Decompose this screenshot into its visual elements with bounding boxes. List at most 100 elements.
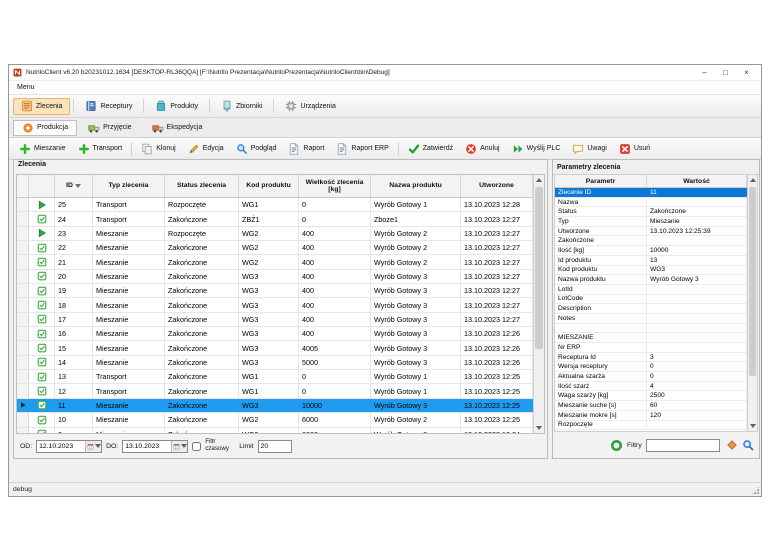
order-row[interactable]: 19MieszanieZakończoneWG3400Wyrób Gotowy …: [17, 284, 533, 298]
search-icon[interactable]: [742, 439, 754, 451]
order-row[interactable]: 10MieszanieZakończoneWG26000Wyrób Gotowy…: [17, 413, 533, 427]
column-header-id[interactable]: ID: [55, 175, 93, 197]
transport-button[interactable]: Transport: [72, 138, 129, 159]
order-row[interactable]: 17MieszanieZakończoneWG3400Wyrób Gotowy …: [17, 313, 533, 327]
nav-tab-urzadzenia[interactable]: Urządzenia: [277, 98, 343, 115]
maximize-button[interactable]: □: [715, 65, 736, 80]
sub-tab-przyjecie[interactable]: Przyjęcie: [79, 120, 140, 136]
scroll-up-arrow[interactable]: [534, 175, 544, 185]
column-header-typ[interactable]: Typ zlecenia: [93, 175, 165, 197]
params-filter-input[interactable]: [646, 439, 720, 452]
param-row[interactable]: Zlecenie ID11: [555, 188, 747, 198]
column-header-status[interactable]: Status zlecenia: [165, 175, 239, 197]
resize-grip[interactable]: [751, 486, 760, 495]
scroll-down-arrow[interactable]: [534, 423, 544, 433]
od-date-picker[interactable]: [36, 440, 102, 453]
param-row[interactable]: Id produktu13: [555, 256, 747, 266]
param-row[interactable]: LotId: [555, 285, 747, 295]
param-row[interactable]: TypMieszanie: [555, 217, 747, 227]
param-row[interactable]: Nazwa produktuWyrób Gotowy 3: [555, 275, 747, 285]
order-row[interactable]: 22MieszanieZakończoneWG2400Wyrób Gotowy …: [17, 241, 533, 255]
param-row[interactable]: Kod produktuWG3: [555, 266, 747, 276]
nav-tab-zlecenia[interactable]: Zlecenia: [13, 98, 70, 115]
orders-grid-header: ID Typ zlecenia Status zlecenia Kod prod…: [17, 175, 533, 198]
param-row[interactable]: Ilość szarż4: [555, 382, 747, 392]
param-row[interactable]: Mieszanie suche [s]60: [555, 401, 747, 411]
order-row[interactable]: 21MieszanieZakończoneWG2400Wyrób Gotowy …: [17, 255, 533, 269]
od-date-dropdown-button[interactable]: [85, 441, 101, 452]
params-scroll-up-arrow[interactable]: [748, 175, 757, 185]
order-row[interactable]: 18MieszanieZakończoneWG3400Wyrób Gotowy …: [17, 298, 533, 312]
nav-tab-receptury[interactable]: Receptury: [77, 98, 140, 115]
param-row[interactable]: Utworzone13.10.2023 12:25:39: [555, 227, 747, 237]
param-row[interactable]: Zakończone: [555, 236, 747, 246]
params-scrollbar[interactable]: [747, 175, 757, 431]
param-row[interactable]: MIESZANIE: [555, 333, 747, 343]
order-row[interactable]: 9MieszanieZakończoneWG36000Wyrób Gotowy …: [17, 428, 533, 434]
refresh-icon[interactable]: [610, 439, 623, 452]
param-row[interactable]: Ilość [kg]10000: [555, 246, 747, 256]
do-date-dropdown-button[interactable]: [171, 441, 187, 452]
time-filter-label: Filtr czasowy: [205, 439, 235, 453]
close-button[interactable]: ×: [736, 65, 757, 80]
column-header-kod[interactable]: Kod produktu: [239, 175, 299, 197]
param-row[interactable]: [555, 324, 747, 334]
do-date-input[interactable]: [123, 441, 171, 452]
orders-scrollbar[interactable]: [533, 175, 544, 433]
column-header-nazwa[interactable]: Nazwa produktu: [371, 175, 461, 197]
orders-scrollbar-track[interactable]: [534, 185, 544, 423]
menu-item-menu[interactable]: Menu: [14, 84, 38, 91]
uwagi-button[interactable]: Uwagi: [566, 138, 612, 159]
order-row[interactable]: 25TransportRozpoczęteWG10Wyrób Gotowy 11…: [17, 198, 533, 212]
sub-tab-ekspedycja[interactable]: Ekspedycja: [143, 120, 212, 136]
column-header-wartosc[interactable]: Wartość: [647, 175, 747, 187]
param-row[interactable]: Receptura Id3: [555, 353, 747, 363]
param-row[interactable]: Nazwa: [555, 198, 747, 208]
zatwierdz-button[interactable]: Zatwierdź: [402, 138, 459, 159]
limit-input[interactable]: [258, 440, 292, 453]
do-date-picker[interactable]: [122, 440, 188, 453]
order-row[interactable]: 12TransportZakończoneWG10Wyrób Gotowy 11…: [17, 384, 533, 398]
time-filter-checkbox[interactable]: [192, 442, 201, 451]
order-row[interactable]: 13TransportZakończoneWG10Wyrób Gotowy 11…: [17, 370, 533, 384]
param-row[interactable]: Waga szarży [kg]2500: [555, 391, 747, 401]
order-row[interactable]: 14MieszanieZakończoneWG35000Wyrób Gotowy…: [17, 356, 533, 370]
params-scrollbar-thumb[interactable]: [749, 187, 756, 376]
order-row[interactable]: 23MieszanieRozpoczęteWG2400Wyrób Gotowy …: [17, 227, 533, 241]
param-row[interactable]: Mieszanie mokre [s]120: [555, 411, 747, 421]
param-row[interactable]: Nr ERP: [555, 343, 747, 353]
order-row[interactable]: 15MieszanieZakończoneWG34005Wyrób Gotowy…: [17, 341, 533, 355]
params-scroll-down-arrow[interactable]: [748, 421, 757, 431]
edycja-button[interactable]: Edycja: [182, 138, 230, 159]
sub-tab-produkcja[interactable]: Produkcja: [13, 120, 77, 136]
column-header-parametr[interactable]: Parametr: [555, 175, 647, 187]
column-header-wielkosc[interactable]: Wielkość zlecenia [kg]: [299, 175, 371, 197]
param-row[interactable]: Rozpoczęte: [555, 421, 747, 431]
order-row[interactable]: 16MieszanieZakończoneWG3400Wyrób Gotowy …: [17, 327, 533, 341]
podglad-button[interactable]: Podgląd: [230, 138, 283, 159]
klonuj-button[interactable]: Klonuj: [135, 138, 181, 159]
order-row[interactable]: 20MieszanieZakończoneWG3400Wyrób Gotowy …: [17, 270, 533, 284]
raport-erp-button[interactable]: Raport ERP: [330, 138, 394, 159]
nav-tab-produkty[interactable]: Produkty: [147, 98, 206, 115]
usun-button[interactable]: Usuń: [613, 138, 656, 159]
clear-filter-icon[interactable]: [726, 439, 738, 451]
od-date-input[interactable]: [37, 441, 85, 452]
anuluj-button[interactable]: Anuluj: [459, 138, 505, 159]
param-row[interactable]: Aktualna szarża0: [555, 372, 747, 382]
params-scrollbar-track[interactable]: [748, 185, 757, 421]
param-row[interactable]: StatusZakończone: [555, 207, 747, 217]
nav-tab-zbiorniki[interactable]: Zbiorniki: [213, 98, 270, 115]
minimize-button[interactable]: –: [694, 65, 715, 80]
raport-button[interactable]: Raport: [282, 138, 330, 159]
wyslij-plc-button[interactable]: Wyślij PLC: [506, 138, 567, 159]
param-row[interactable]: Notes: [555, 314, 747, 324]
param-row[interactable]: LotCode: [555, 295, 747, 305]
param-row[interactable]: Description: [555, 304, 747, 314]
param-row[interactable]: Wersja receptury0: [555, 362, 747, 372]
order-row[interactable]: 11MieszanieZakończoneWG310000Wyrób Gotow…: [17, 399, 533, 413]
mieszanie-button[interactable]: Mieszanie: [13, 138, 72, 159]
orders-scrollbar-thumb[interactable]: [535, 187, 543, 349]
column-header-utworzone[interactable]: Utworzone: [461, 175, 533, 197]
order-row[interactable]: 24TransportZakończoneZBŻ10Zboze113.10.20…: [17, 212, 533, 226]
